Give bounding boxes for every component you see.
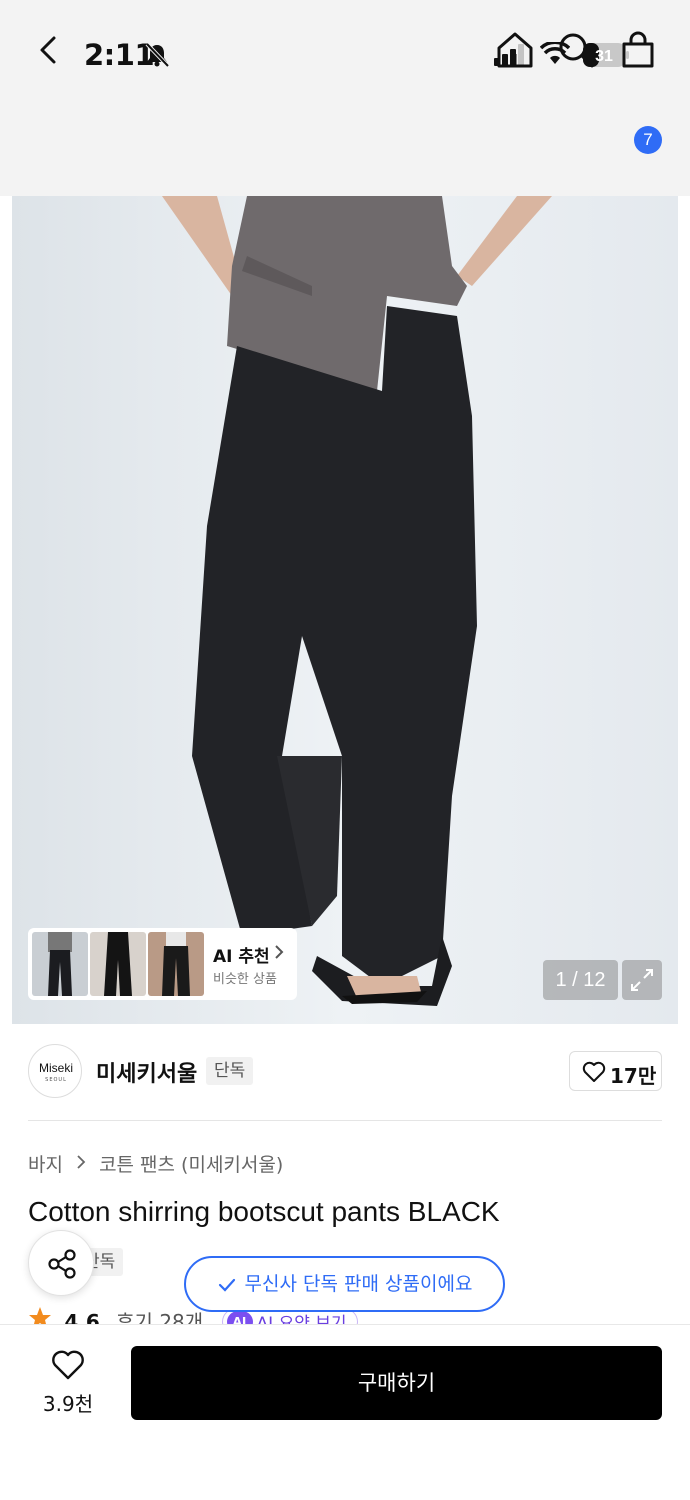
image-page-counter: 1 / 12 xyxy=(543,960,618,1000)
wishlist-button[interactable]: 3.9천 xyxy=(30,1344,106,1420)
cart-count-badge: 7 xyxy=(634,126,662,154)
expand-image-button[interactable] xyxy=(622,960,662,1000)
chevron-right-icon xyxy=(77,1155,86,1169)
breadcrumb-category[interactable]: 바지 xyxy=(28,1150,63,1177)
brand-logo[interactable]: Miseki SEOUL xyxy=(28,1044,82,1098)
brand-name[interactable]: 미세키서울 xyxy=(96,1056,197,1088)
exclusive-badge: 단독 xyxy=(206,1057,254,1085)
share-icon xyxy=(48,1249,76,1279)
heart-outline-icon xyxy=(52,1350,84,1380)
section-divider xyxy=(28,1120,662,1121)
shopping-bag-icon[interactable] xyxy=(618,30,658,70)
ai-recommendation-card[interactable]: AI 추천 비슷한 상품 xyxy=(28,928,297,1000)
exclusive-sale-toast: 무신사 단독 판매 상품이에요 xyxy=(184,1256,505,1312)
expand-icon xyxy=(631,969,653,991)
search-icon[interactable] xyxy=(556,30,596,70)
share-button[interactable] xyxy=(28,1230,94,1296)
brand-logo-text: Miseki xyxy=(38,1061,73,1075)
breadcrumb-subcategory[interactable]: 코튼 팬츠 (미세키서울) xyxy=(99,1150,283,1177)
product-title: Cotton shirring bootscut pants BLACK xyxy=(28,1196,500,1227)
recommended-thumbnail[interactable] xyxy=(32,932,88,996)
brand-logo-subtext: SEOUL xyxy=(45,1077,67,1083)
home-icon[interactable] xyxy=(495,30,535,70)
chevron-right-icon xyxy=(275,945,284,959)
product-image-gallery[interactable]: AI 추천 비슷한 상품 1 / 12 xyxy=(12,196,678,1024)
battery-level: 31 xyxy=(595,48,613,65)
recommended-thumbnail[interactable] xyxy=(148,932,204,996)
brand-like-count: 17만 xyxy=(610,1064,657,1088)
bell-muted-icon xyxy=(145,42,170,68)
breadcrumb: 바지 코튼 팬츠 (미세키서울) xyxy=(28,1150,283,1177)
buy-button[interactable]: 구매하기 xyxy=(131,1346,662,1420)
back-arrow-icon[interactable] xyxy=(30,30,70,70)
ai-recommendation-title: AI 추천 xyxy=(213,947,270,967)
checkmark-icon xyxy=(218,1278,235,1292)
top-nav-bar xyxy=(0,100,690,196)
ai-recommendation-subtitle: 비슷한 상품 xyxy=(213,972,277,987)
heart-outline-icon xyxy=(582,1061,606,1082)
wishlist-count: 3.9천 xyxy=(42,1392,94,1416)
toast-text: 무신사 단독 판매 상품이에요 xyxy=(244,1273,473,1295)
recommended-thumbnail[interactable] xyxy=(90,932,146,996)
brand-like-button[interactable]: 17만 xyxy=(569,1051,662,1091)
product-photo xyxy=(12,196,678,1024)
